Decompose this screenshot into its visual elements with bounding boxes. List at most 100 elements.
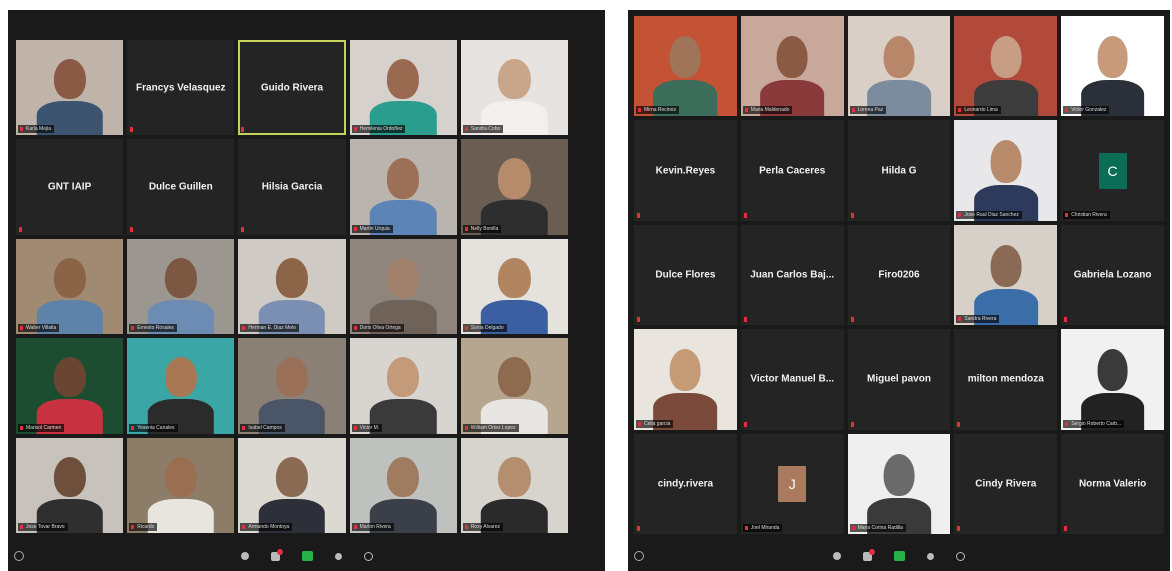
video-feed (460, 238, 568, 335)
muted-mic-icon (637, 317, 640, 323)
record-icon[interactable] (927, 552, 934, 560)
participant-tile[interactable]: Ricardo (127, 437, 235, 533)
participant-name: Hilsia Garcia (261, 181, 323, 193)
participant-name: Kevin.Reyes (655, 165, 716, 177)
participant-tile[interactable]: Hilsia Garcia (238, 139, 346, 235)
participant-tile[interactable]: Isabel Campos (238, 338, 346, 434)
participant-tile[interactable]: Victor Gonzalez (1061, 16, 1164, 117)
participant-name: Guido Rivera (260, 82, 324, 94)
participant-tile[interactable]: Hemilenia Ordoñez (349, 40, 457, 136)
person-head (669, 36, 701, 79)
participants-icon[interactable] (833, 552, 841, 560)
participant-caption: Maria Maldonado (742, 106, 793, 115)
participant-tile[interactable]: Leonardo Lima (954, 16, 1058, 117)
video-feed (1061, 16, 1164, 117)
participant-tile[interactable]: Armando Montoya (238, 437, 346, 533)
participant-tile[interactable]: Lorena Paz (847, 16, 951, 117)
person-head (53, 257, 86, 298)
participant-tile[interactable]: William Ortez Lopez (460, 338, 568, 434)
participant-tile[interactable]: Jose Raul Diaz Sanchez (954, 120, 1058, 221)
participant-tile[interactable]: Sergio Roberto Carb... (1061, 329, 1164, 430)
participant-tile[interactable]: Doris Oliva Ortega (349, 238, 457, 335)
video-feed (16, 437, 124, 533)
participant-tile[interactable]: Nelly Bonilla (460, 139, 568, 235)
participants-icon[interactable] (240, 552, 249, 560)
participant-tile[interactable]: Gabriela Lozano (1061, 224, 1164, 326)
reactions-icon[interactable] (363, 551, 373, 561)
participant-tile[interactable]: Marlon Rivera (349, 437, 457, 533)
participant-tile[interactable]: Celia garcia (634, 329, 737, 430)
video-feed (740, 16, 844, 117)
participant-caption: Sandra Rivera (956, 315, 1000, 324)
participant-tile[interactable]: Ernesto Rosales (127, 238, 235, 335)
person-head (776, 36, 808, 79)
share-screen-icon[interactable] (301, 551, 313, 561)
participant-tile[interactable]: Dulce Guillen (127, 139, 235, 235)
participant-tile[interactable]: milton mendoza (954, 329, 1058, 430)
participant-tile[interactable]: Perla Caceres (740, 120, 844, 221)
participant-name: Gabriela Lozano (1073, 269, 1152, 281)
reactions-icon[interactable] (956, 551, 965, 561)
chat-icon[interactable] (270, 548, 283, 561)
participant-tile[interactable]: cindy.rivera (634, 433, 737, 534)
participant-tile[interactable]: Guido Rivera (238, 40, 346, 136)
participant-tile[interactable]: Roxy Alvarez (460, 437, 568, 533)
share-screen-icon[interactable] (894, 551, 905, 561)
participant-tile[interactable]: Juan Carlos Baj... (740, 224, 844, 326)
participant-tile[interactable]: Karla Mejia (16, 40, 124, 136)
participant-tile[interactable]: Jose Tovar Bravo (16, 437, 124, 533)
video-feed (634, 16, 737, 117)
video-feed (847, 433, 951, 534)
participant-tile[interactable]: Francys Velasquez (127, 40, 235, 136)
participant-tile[interactable]: Hilda G (847, 120, 951, 221)
person-head (498, 158, 531, 199)
participant-name: Victor Manuel B... (750, 373, 835, 385)
participant-tile[interactable]: Firo0206 (847, 224, 951, 326)
participant-name: Firo0206 (878, 269, 920, 281)
participant-tile[interactable]: Victor M. (349, 338, 457, 434)
participant-tile[interactable]: Victor Manuel B... (740, 329, 844, 430)
participant-tile[interactable]: Maria Corina Radilla (847, 433, 951, 534)
participant-tile[interactable]: Miguel pavon (847, 329, 951, 430)
participant-caption: Walter Villalta (18, 324, 60, 333)
participant-caption: Christian Rivera (1063, 210, 1110, 219)
participant-tile[interactable]: Maria Maldonado (740, 16, 844, 117)
person-head (990, 140, 1022, 183)
video-feed (349, 238, 457, 335)
participant-tile[interactable]: Kevin.Reyes (634, 120, 737, 221)
video-feed (127, 437, 235, 533)
right-meeting-window: Mirna Recinos Maria Maldonado Lorena Paz Le… (628, 10, 1170, 571)
video-feed (847, 16, 951, 117)
participant-tile[interactable]: GNT IAIP (16, 139, 124, 235)
person-head (164, 456, 197, 497)
participant-tile[interactable]: Martin Urquia (349, 139, 457, 235)
participant-caption: Martin Urquia (351, 224, 393, 233)
participant-tile[interactable]: Dulce Flores (634, 224, 737, 326)
video-feed (16, 40, 124, 136)
participant-caption: Marlon Rivera (351, 523, 394, 531)
participant-tile[interactable]: Marisol Carmen (16, 338, 124, 434)
participant-tile[interactable]: Norma Valerio (1061, 433, 1164, 534)
participant-caption: Jose Raul Diaz Sanchez (956, 210, 1022, 219)
participant-tile[interactable]: Herman E. Diaz Melo (238, 238, 346, 335)
record-icon[interactable] (334, 552, 342, 560)
participant-tile[interactable]: Yesenia Canales (127, 338, 235, 434)
video-feed (954, 16, 1058, 117)
video-feed (460, 40, 568, 136)
participant-tile[interactable]: Walter Villalta (16, 238, 124, 335)
person-head (1097, 36, 1129, 79)
participant-tile[interactable]: J Joel Miranda (740, 433, 844, 534)
chat-icon[interactable] (863, 548, 875, 561)
participant-tile[interactable]: Mirna Recinos (634, 16, 737, 117)
participant-name: Norma Valerio (1078, 478, 1147, 490)
participant-caption: Leonardo Lima (956, 106, 1001, 115)
participant-tile[interactable]: Sandra Rivera (954, 224, 1058, 326)
person-head (990, 36, 1022, 79)
participant-tile[interactable]: Sonia Delgado (460, 238, 568, 335)
participant-tile[interactable]: C Christian Rivera (1061, 120, 1164, 221)
participant-tile[interactable]: Sandra Cobo (460, 40, 568, 136)
chat-badge (869, 548, 875, 555)
participant-caption: William Ortez Lopez (462, 423, 519, 432)
muted-mic-icon (241, 127, 245, 133)
participant-tile[interactable]: Cindy Rivera (954, 433, 1058, 534)
